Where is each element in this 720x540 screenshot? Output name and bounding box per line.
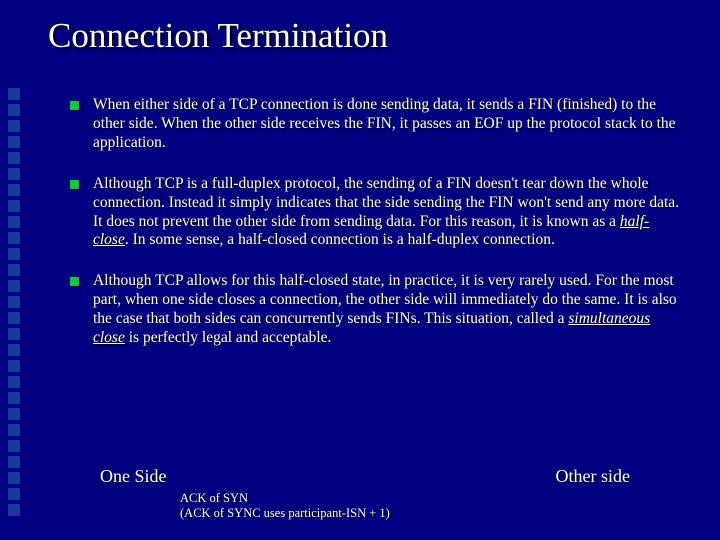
footer-right-label: Other side: [556, 466, 630, 487]
bullet-list: When either side of a TCP connection is …: [70, 96, 680, 370]
footer-sub-line-2: (ACK of SYNC uses participant-ISN + 1): [180, 506, 720, 522]
list-item: Although TCP allows for this half-closed…: [70, 272, 680, 348]
bullet-icon: [70, 101, 79, 110]
list-item: Although TCP is a full-duplex protocol, …: [70, 175, 680, 251]
bullet-text: Although TCP allows for this half-closed…: [93, 272, 680, 348]
bullet-icon: [70, 277, 79, 286]
footer-sub-line-1: ACK of SYN: [180, 491, 720, 507]
bullet-icon: [70, 180, 79, 189]
slide-title: Connection Termination: [48, 16, 388, 56]
bullet-text: When either side of a TCP connection is …: [93, 96, 680, 153]
decorative-squares-column: [8, 88, 22, 516]
footer-area: One Side Other side ACK of SYN (ACK of S…: [0, 466, 720, 522]
list-item: When either side of a TCP connection is …: [70, 96, 680, 153]
footer-left-label: One Side: [100, 466, 167, 487]
bullet-text: Although TCP is a full-duplex protocol, …: [93, 175, 680, 251]
